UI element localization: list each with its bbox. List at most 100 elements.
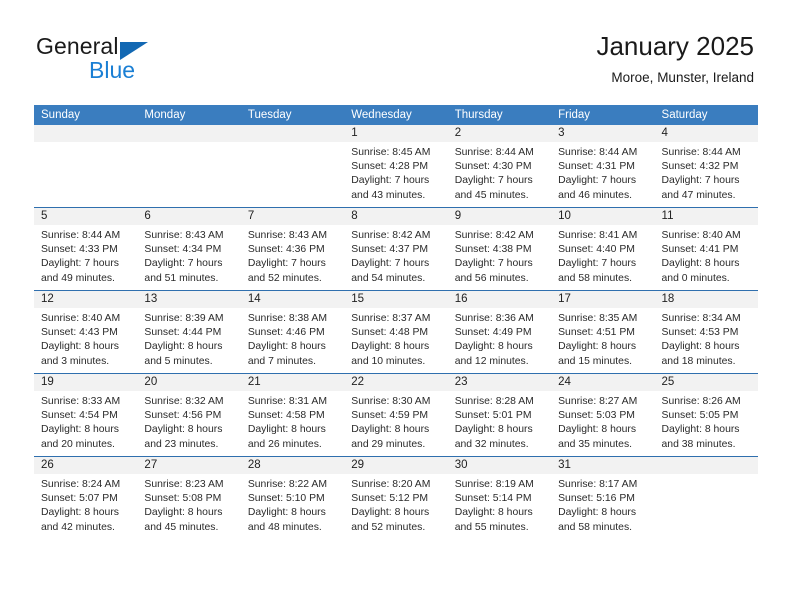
- sunrise-text: Sunrise: 8:34 AM: [661, 313, 741, 324]
- daylight-text: Daylight: 7 hours: [247, 258, 326, 270]
- location-subtitle: Moroe, Munster, Ireland: [611, 70, 754, 85]
- calendar-day-cell[interactable]: 29 Sunrise: 8:20 AM Sunset: 5:12 PM Dayligh…: [344, 456, 448, 539]
- day-details: Sunrise: 8:34 AM Sunset: 4:53 PM Daylight:…: [655, 308, 758, 369]
- weekday-header-wednesday: Wednesday: [344, 105, 448, 125]
- weekday-header-saturday: Saturday: [654, 105, 758, 125]
- day-number: 28: [240, 457, 345, 474]
- daylight-text-cont: and 20 minutes.: [41, 438, 115, 450]
- sunset-text: Sunset: 5:03 PM: [558, 410, 635, 422]
- calendar-day-cell[interactable]: 8 Sunrise: 8:42 AM Sunset: 4:37 PM Daylight…: [344, 207, 448, 291]
- calendar-day-cell[interactable]: 16 Sunrise: 8:36 AM Sunset: 4:49 PM Dayligh…: [447, 290, 552, 374]
- daylight-text-cont: and 52 minutes.: [247, 272, 322, 284]
- calendar-day-cell[interactable]: 7 Sunrise: 8:43 AM Sunset: 4:36 PM Daylight…: [240, 207, 345, 291]
- calendar-day-cell[interactable]: 18 Sunrise: 8:34 AM Sunset: 4:53 PM Dayligh…: [654, 290, 758, 374]
- calendar-day-cell[interactable]: 2 Sunrise: 8:44 AM Sunset: 4:30 PM Daylight…: [447, 125, 552, 208]
- day-number: 21: [240, 374, 345, 391]
- sunrise-text: Sunrise: 8:33 AM: [41, 396, 121, 407]
- day-number: 19: [34, 374, 138, 391]
- calendar-day-cell[interactable]: 26 Sunrise: 8:24 AM Sunset: 5:07 PM Dayligh…: [34, 456, 138, 539]
- calendar-day-cell[interactable]: 31 Sunrise: 8:17 AM Sunset: 5:16 PM Dayligh…: [551, 456, 655, 539]
- calendar-body: 1 Sunrise: 8:45 AM Sunset: 4:28 PM Daylight…: [34, 125, 758, 539]
- day-number: 18: [654, 291, 758, 308]
- calendar-week-row: 5 Sunrise: 8:44 AM Sunset: 4:33 PM Daylight…: [34, 207, 758, 291]
- daylight-text: Daylight: 8 hours: [351, 507, 430, 519]
- calendar-day-cell[interactable]: 23 Sunrise: 8:28 AM Sunset: 5:01 PM Dayligh…: [447, 373, 552, 457]
- calendar-day-cell[interactable]: 15 Sunrise: 8:37 AM Sunset: 4:48 PM Dayligh…: [344, 290, 448, 374]
- day-details: Sunrise: 8:43 AM Sunset: 4:36 PM Daylight:…: [241, 225, 344, 286]
- sunset-text: Sunset: 4:41 PM: [661, 244, 739, 256]
- day-details: Sunrise: 8:45 AM Sunset: 4:28 PM Daylight:…: [344, 142, 447, 203]
- calendar-day-cell[interactable]: 28 Sunrise: 8:22 AM Sunset: 5:10 PM Dayligh…: [240, 456, 345, 539]
- calendar-day-cell[interactable]: 24 Sunrise: 8:27 AM Sunset: 5:03 PM Dayligh…: [551, 373, 655, 457]
- sunset-text: Sunset: 4:33 PM: [41, 244, 118, 256]
- day-number: 14: [240, 291, 345, 308]
- weekday-header-monday: Monday: [137, 105, 241, 125]
- day-details: Sunrise: 8:24 AM Sunset: 5:07 PM Daylight:…: [34, 474, 137, 535]
- calendar-day-cell[interactable]: 13 Sunrise: 8:39 AM Sunset: 4:44 PM Dayligh…: [137, 290, 241, 374]
- day-details: Sunrise: 8:31 AM Sunset: 4:58 PM Daylight:…: [241, 391, 344, 452]
- calendar-day-cell[interactable]: 14 Sunrise: 8:38 AM Sunset: 4:46 PM Dayligh…: [240, 290, 345, 374]
- daylight-text: Daylight: 8 hours: [454, 507, 533, 519]
- daylight-text-cont: and 54 minutes.: [351, 272, 426, 284]
- day-details: Sunrise: 8:33 AM Sunset: 4:54 PM Daylight:…: [34, 391, 137, 452]
- sunrise-text: Sunrise: 8:20 AM: [351, 479, 431, 490]
- sunrise-text: Sunrise: 8:42 AM: [351, 230, 431, 241]
- sunrise-text: Sunrise: 8:40 AM: [661, 230, 741, 241]
- sunrise-text: Sunrise: 8:32 AM: [144, 396, 224, 407]
- day-number: [34, 125, 138, 142]
- calendar-day-cell[interactable]: 1 Sunrise: 8:45 AM Sunset: 4:28 PM Daylight…: [344, 125, 448, 208]
- day-number: 3: [551, 125, 655, 142]
- sunrise-text: Sunrise: 8:39 AM: [144, 313, 224, 324]
- daylight-text-cont: and 3 minutes.: [41, 355, 110, 367]
- calendar-day-cell[interactable]: 17 Sunrise: 8:35 AM Sunset: 4:51 PM Dayligh…: [551, 290, 655, 374]
- calendar-day-cell[interactable]: 3 Sunrise: 8:44 AM Sunset: 4:31 PM Daylight…: [551, 125, 655, 208]
- calendar-day-cell[interactable]: 10 Sunrise: 8:41 AM Sunset: 4:40 PM Dayligh…: [551, 207, 655, 291]
- day-details: Sunrise: 8:41 AM Sunset: 4:40 PM Daylight:…: [551, 225, 654, 286]
- calendar-day-cell[interactable]: 27 Sunrise: 8:23 AM Sunset: 5:08 PM Dayligh…: [137, 456, 241, 539]
- page-header: General Blue January 2025 Moroe, Munster…: [0, 0, 792, 104]
- sunset-text: Sunset: 4:54 PM: [41, 410, 118, 422]
- sunrise-text: Sunrise: 8:38 AM: [247, 313, 327, 324]
- calendar-day-cell[interactable]: 30 Sunrise: 8:19 AM Sunset: 5:14 PM Dayligh…: [447, 456, 552, 539]
- calendar-day-cell[interactable]: 11 Sunrise: 8:40 AM Sunset: 4:41 PM Dayligh…: [654, 207, 758, 291]
- calendar-day-cell[interactable]: 21 Sunrise: 8:31 AM Sunset: 4:58 PM Dayligh…: [240, 373, 345, 457]
- daylight-text: Daylight: 8 hours: [558, 424, 637, 436]
- daylight-text: Daylight: 8 hours: [454, 424, 533, 436]
- calendar-day-cell[interactable]: 12 Sunrise: 8:40 AM Sunset: 4:43 PM Dayligh…: [34, 290, 138, 374]
- sunrise-text: Sunrise: 8:44 AM: [661, 147, 741, 158]
- weekday-header-row: Sunday Monday Tuesday Wednesday Thursday…: [34, 105, 758, 125]
- calendar-day-cell[interactable]: 9 Sunrise: 8:42 AM Sunset: 4:38 PM Daylight…: [447, 207, 552, 291]
- day-number: 5: [34, 208, 138, 225]
- general-blue-logo[interactable]: General Blue: [36, 33, 276, 83]
- sunrise-text: Sunrise: 8:37 AM: [351, 313, 431, 324]
- daylight-text: Daylight: 8 hours: [558, 507, 637, 519]
- calendar-day-cell[interactable]: 20 Sunrise: 8:32 AM Sunset: 4:56 PM Dayligh…: [137, 373, 241, 457]
- day-details: Sunrise: 8:20 AM Sunset: 5:12 PM Daylight:…: [344, 474, 447, 535]
- sunrise-text: Sunrise: 8:31 AM: [247, 396, 327, 407]
- daylight-text-cont: and 58 minutes.: [558, 521, 633, 533]
- daylight-text-cont: and 26 minutes.: [247, 438, 322, 450]
- sunrise-text: Sunrise: 8:28 AM: [454, 396, 534, 407]
- daylight-text-cont: and 38 minutes.: [661, 438, 736, 450]
- daylight-text: Daylight: 7 hours: [351, 258, 430, 270]
- daylight-text-cont: and 29 minutes.: [351, 438, 426, 450]
- calendar-day-cell[interactable]: 6 Sunrise: 8:43 AM Sunset: 4:34 PM Daylight…: [137, 207, 241, 291]
- sunrise-text: Sunrise: 8:44 AM: [41, 230, 121, 241]
- calendar-day-cell[interactable]: 4 Sunrise: 8:44 AM Sunset: 4:32 PM Daylight…: [654, 125, 758, 208]
- calendar-day-cell[interactable]: 5 Sunrise: 8:44 AM Sunset: 4:33 PM Daylight…: [34, 207, 138, 291]
- daylight-text: Daylight: 7 hours: [351, 175, 430, 187]
- weekday-header-tuesday: Tuesday: [240, 105, 345, 125]
- sunset-text: Sunset: 5:10 PM: [247, 493, 325, 505]
- sunrise-text: Sunrise: 8:40 AM: [41, 313, 121, 324]
- sunrise-text: Sunrise: 8:43 AM: [144, 230, 224, 241]
- daylight-text-cont: and 43 minutes.: [351, 189, 426, 201]
- day-details: Sunrise: 8:44 AM Sunset: 4:30 PM Daylight:…: [448, 142, 551, 203]
- calendar-day-cell[interactable]: 22 Sunrise: 8:30 AM Sunset: 4:59 PM Dayligh…: [344, 373, 448, 457]
- day-details: Sunrise: 8:38 AM Sunset: 4:46 PM Daylight:…: [241, 308, 344, 369]
- calendar-day-cell[interactable]: 19 Sunrise: 8:33 AM Sunset: 4:54 PM Dayligh…: [34, 373, 138, 457]
- calendar-day-cell[interactable]: 25 Sunrise: 8:26 AM Sunset: 5:05 PM Dayligh…: [654, 373, 758, 457]
- weekday-header-thursday: Thursday: [447, 105, 552, 125]
- day-details: Sunrise: 8:17 AM Sunset: 5:16 PM Daylight:…: [551, 474, 654, 535]
- daylight-text-cont: and 5 minutes.: [144, 355, 213, 367]
- day-number: 6: [137, 208, 241, 225]
